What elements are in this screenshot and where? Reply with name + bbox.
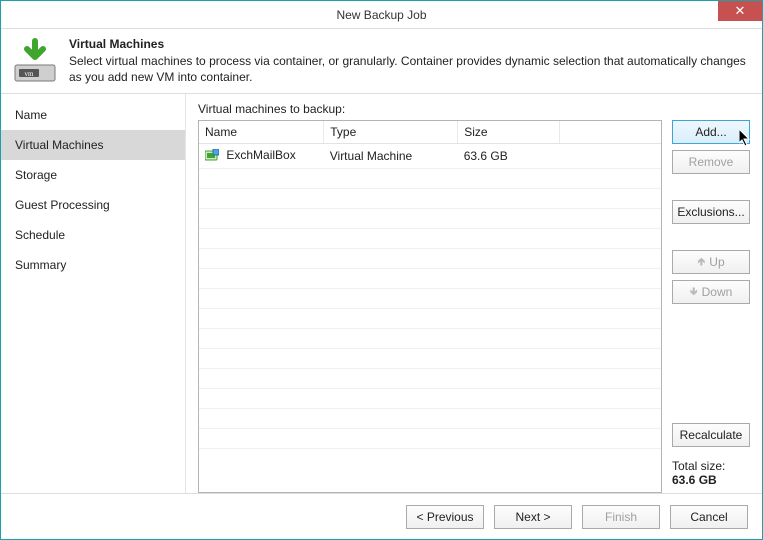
- dialog-window: New Backup Job ✕ vm Virtual Machines Sel…: [0, 0, 763, 540]
- table-row: [199, 268, 661, 288]
- sidebar-item-name[interactable]: Name: [1, 100, 185, 130]
- down-button[interactable]: 🢃 Down: [672, 280, 750, 304]
- finish-button[interactable]: Finish: [582, 505, 660, 529]
- total-size-block: Total size: 63.6 GB: [672, 459, 750, 487]
- table-row: [199, 208, 661, 228]
- sidebar-item-storage[interactable]: Storage: [1, 160, 185, 190]
- vm-icon: [205, 149, 219, 164]
- table-row: [199, 228, 661, 248]
- cell-name: ExchMailBox: [199, 144, 324, 168]
- cell-name-text: ExchMailBox: [226, 148, 295, 162]
- table-row: [199, 408, 661, 428]
- close-icon: ✕: [735, 3, 746, 19]
- wizard-step-icon: vm: [11, 37, 59, 85]
- table-row[interactable]: ExchMailBox Virtual Machine 63.6 GB: [199, 144, 661, 168]
- recalculate-button[interactable]: Recalculate: [672, 423, 750, 447]
- sidebar-item-guest-processing[interactable]: Guest Processing: [1, 190, 185, 220]
- window-title: New Backup Job: [336, 8, 426, 22]
- sidebar-item-virtual-machines[interactable]: Virtual Machines: [1, 130, 185, 160]
- remove-button[interactable]: Remove: [672, 150, 750, 174]
- table-row: [199, 168, 661, 188]
- column-header-size[interactable]: Size: [458, 121, 560, 144]
- table-row: [199, 308, 661, 328]
- up-button[interactable]: 🢁 Up: [672, 250, 750, 274]
- wizard-header: vm Virtual Machines Select virtual machi…: [1, 29, 762, 94]
- wizard-steps-sidebar: Name Virtual Machines Storage Guest Proc…: [1, 94, 186, 493]
- wizard-body: Name Virtual Machines Storage Guest Proc…: [1, 94, 762, 493]
- exclusions-button[interactable]: Exclusions...: [672, 200, 750, 224]
- column-header-name[interactable]: Name: [199, 121, 324, 144]
- svg-text:vm: vm: [25, 70, 35, 78]
- main-panel: Virtual machines to backup: Name Type Si…: [186, 94, 762, 493]
- table-row: [199, 348, 661, 368]
- cell-size: 63.6 GB: [458, 144, 560, 168]
- add-button[interactable]: Add...: [672, 120, 750, 144]
- vm-list-label: Virtual machines to backup:: [198, 102, 750, 116]
- table-row: [199, 328, 661, 348]
- table-row: [199, 248, 661, 268]
- next-button[interactable]: Next >: [494, 505, 572, 529]
- table-row: [199, 188, 661, 208]
- titlebar: New Backup Job ✕: [1, 1, 762, 29]
- cursor-icon: [739, 129, 753, 147]
- sidebar-item-schedule[interactable]: Schedule: [1, 220, 185, 250]
- sidebar-item-summary[interactable]: Summary: [1, 250, 185, 280]
- vm-table[interactable]: Name Type Size: [198, 120, 662, 493]
- total-size-value: 63.6 GB: [672, 473, 750, 487]
- close-button[interactable]: ✕: [718, 1, 762, 21]
- wizard-step-title: Virtual Machines: [69, 37, 752, 51]
- wizard-header-text: Virtual Machines Select virtual machines…: [69, 37, 752, 85]
- wizard-footer: < Previous Next > Finish Cancel: [1, 493, 762, 539]
- wizard-step-description: Select virtual machines to process via c…: [69, 53, 752, 85]
- table-row: [199, 428, 661, 448]
- total-size-label: Total size:: [672, 459, 750, 473]
- side-button-panel: Add... Remove Exclusions... 🢁 Up 🢃 Down: [672, 120, 750, 493]
- column-header-extra[interactable]: [559, 121, 661, 144]
- column-header-type[interactable]: Type: [324, 121, 458, 144]
- arrow-down-icon: 🢃: [690, 283, 698, 302]
- cancel-button[interactable]: Cancel: [670, 505, 748, 529]
- arrow-up-icon: 🢁: [697, 253, 705, 272]
- previous-button[interactable]: < Previous: [406, 505, 484, 529]
- cell-type: Virtual Machine: [324, 144, 458, 168]
- table-row: [199, 288, 661, 308]
- table-row: [199, 388, 661, 408]
- table-row: [199, 368, 661, 388]
